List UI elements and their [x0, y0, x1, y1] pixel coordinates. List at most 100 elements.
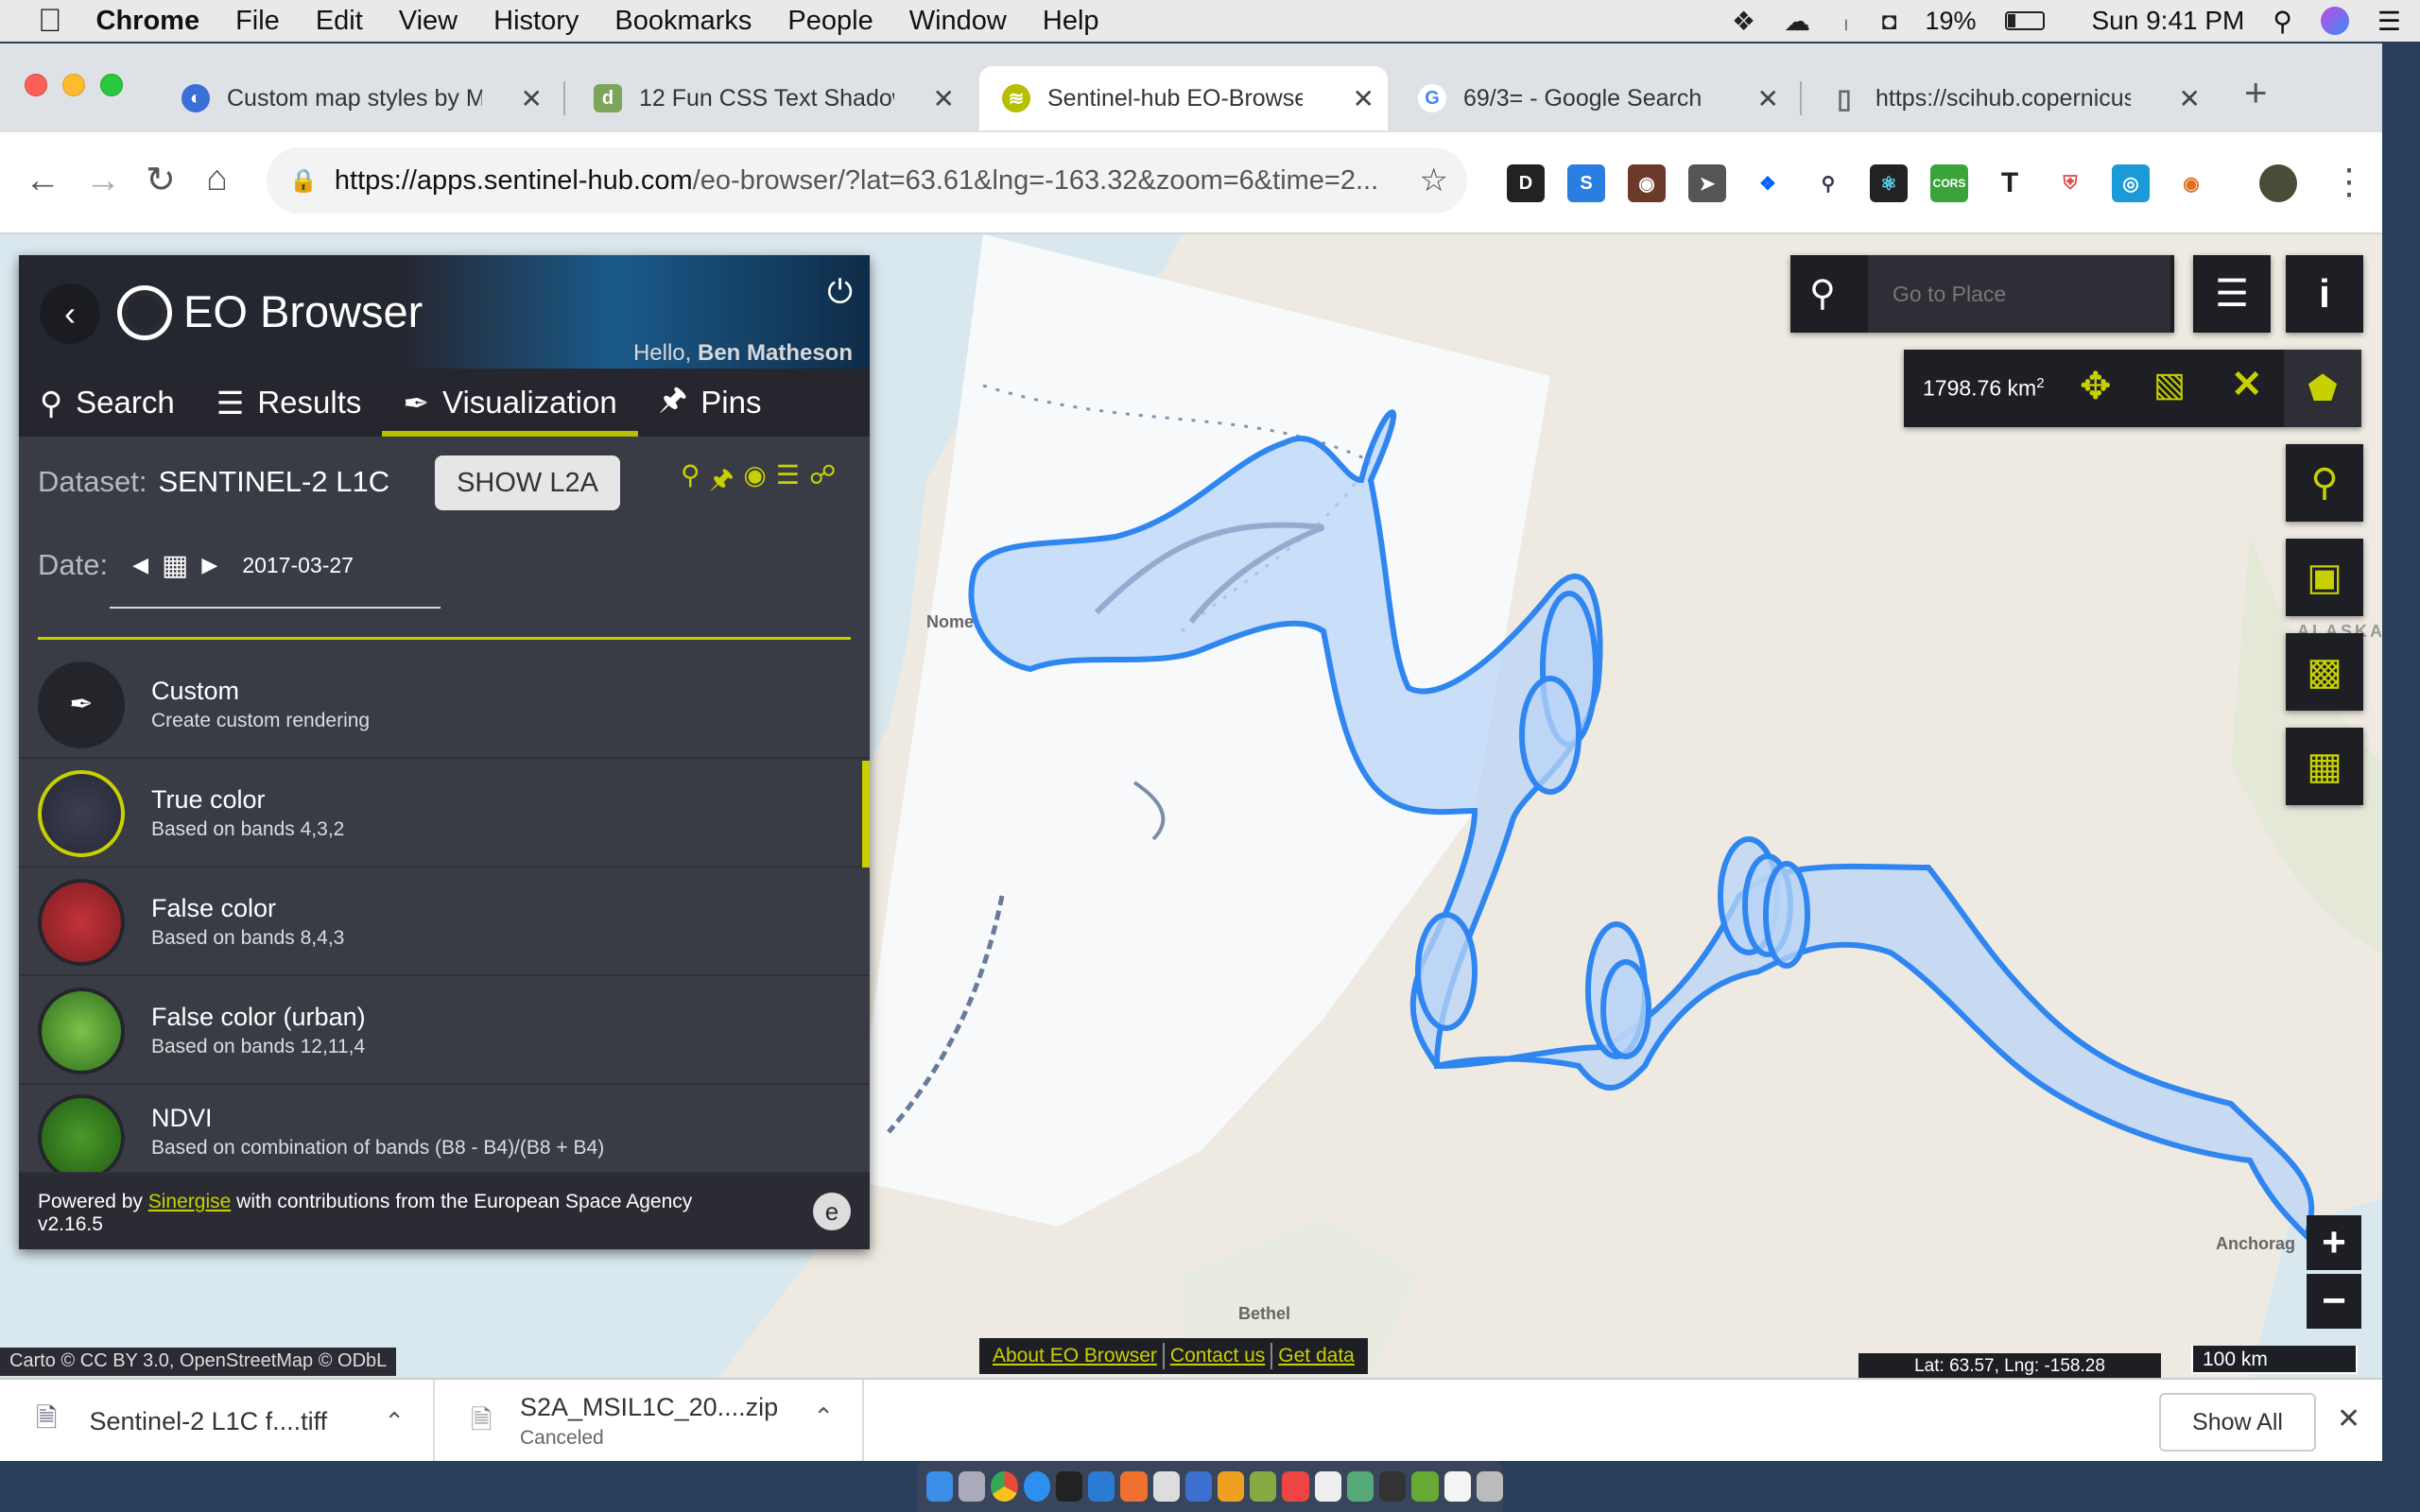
app-icon[interactable]	[1120, 1471, 1148, 1502]
draw-polygon-icon[interactable]: ⬟	[2284, 350, 2361, 427]
tab-css-shadows[interactable]: d 12 Fun CSS Text Shadows Y ✕	[571, 66, 968, 130]
prev-date-icon[interactable]: ◀	[132, 553, 148, 577]
visibility-icon[interactable]: ◉	[743, 459, 766, 505]
finder-icon[interactable]	[926, 1471, 954, 1502]
profile-avatar[interactable]	[2259, 164, 2297, 202]
home-icon[interactable]: ⌂	[206, 159, 228, 199]
minimize-window-button[interactable]	[62, 74, 85, 96]
tab-eo-browser[interactable]: ≋ Sentinel-hub EO-Browser ✕	[979, 66, 1388, 130]
menu-edit[interactable]: Edit	[316, 6, 363, 37]
app-icon[interactable]	[1282, 1471, 1309, 1502]
date-value[interactable]: 2017-03-27	[242, 553, 354, 578]
extension-rocket-icon[interactable]: ➤	[1688, 164, 1726, 202]
chrome-icon[interactable]	[991, 1471, 1018, 1502]
tab-pins[interactable]: 🖈 Pins	[638, 369, 783, 437]
extension-s-icon[interactable]: S	[1567, 164, 1605, 202]
zoom-in-button[interactable]: +	[2307, 1215, 2361, 1270]
extension-magnifier-icon[interactable]: ⚲	[1809, 164, 1847, 202]
settings-sliders-icon[interactable]: ☰	[776, 459, 800, 505]
extension-cors-icon[interactable]: CORS	[1930, 164, 1968, 202]
app-icon[interactable]	[1184, 1471, 1212, 1502]
remove-aoi-icon[interactable]: ✕	[2231, 363, 2263, 406]
launchpad-icon[interactable]	[959, 1471, 986, 1502]
tab-close-icon[interactable]: ✕	[933, 83, 955, 114]
forward-arrow-icon[interactable]: →	[85, 161, 121, 201]
download-item[interactable]: 🗎 Sentinel-2 L1C f....tiff ⌃	[0, 1380, 435, 1461]
cloud-status-icon[interactable]: ☁	[1784, 6, 1810, 37]
vis-item-false-color[interactable]: False color Based on bands 8,4,3	[19, 869, 870, 976]
show-all-button[interactable]: Show All	[2159, 1393, 2316, 1452]
histogram-icon[interactable]: ▧	[2153, 365, 2186, 404]
vis-item-custom[interactable]: ✒ Custom Create custom rendering	[19, 652, 870, 759]
download-item[interactable]: 🗎 S2A_MSIL1C_20....zip Canceled ⌃	[437, 1380, 864, 1461]
menu-window[interactable]: Window	[909, 6, 1007, 37]
pin-location-button[interactable]: ⚲	[2286, 444, 2363, 522]
siri-icon[interactable]	[2320, 7, 2349, 35]
chrome-menu-icon[interactable]: ⋮	[2331, 161, 2367, 203]
tab-google-search[interactable]: G 69/3= - Google Search ✕	[1395, 66, 1792, 130]
app-icon[interactable]	[1346, 1471, 1374, 1502]
calendar-icon[interactable]: ▦	[162, 549, 188, 582]
tab-close-icon[interactable]: ✕	[2179, 83, 2201, 114]
spotlight-icon[interactable]: ⚲	[2273, 6, 2292, 37]
chevron-up-icon[interactable]: ⌃	[813, 1402, 834, 1432]
safari-icon[interactable]	[1023, 1471, 1050, 1502]
timelapse-film-button[interactable]: ▦	[2286, 728, 2363, 805]
collapse-panel-button[interactable]: ‹	[40, 284, 100, 344]
new-tab-button[interactable]: +	[2244, 70, 2268, 115]
share-icon[interactable]: ☍	[809, 459, 836, 505]
extension-shield-icon[interactable]: ⛨	[2051, 164, 2089, 202]
pin-add-icon[interactable]: 🖈	[710, 459, 735, 505]
map-view[interactable]: Nome Bethel Anchorag ALASKA ‹ EO Browser…	[0, 234, 2382, 1378]
app-icon[interactable]	[1379, 1471, 1407, 1502]
vis-item-true-color[interactable]: True color Based on bands 4,3,2	[19, 761, 870, 868]
menu-file[interactable]: File	[235, 6, 280, 37]
center-on-aoi-icon[interactable]: ✥	[2080, 365, 2112, 408]
sinergise-link[interactable]: Sinergise	[148, 1191, 232, 1212]
tab-results[interactable]: ☰ Results	[196, 369, 383, 437]
back-arrow-icon[interactable]: ←	[25, 161, 60, 201]
close-download-bar-icon[interactable]: ✕	[2337, 1402, 2360, 1435]
app-icon[interactable]	[1152, 1471, 1180, 1502]
app-icon[interactable]	[1314, 1471, 1341, 1502]
reload-icon[interactable]: ↻	[146, 159, 176, 201]
dropbox-status-icon[interactable]: ❖	[1732, 6, 1755, 37]
next-date-icon[interactable]: ▶	[201, 553, 217, 577]
tab-close-icon[interactable]: ✕	[1757, 83, 1779, 114]
bluetooth-icon[interactable]: ᛧ	[1839, 7, 1854, 36]
address-bar[interactable]: 🔒 https://apps.sentinel-hub.com /eo-brow…	[267, 147, 1467, 214]
extension-react-icon[interactable]: ⚛	[1870, 164, 1908, 202]
layers-button[interactable]: ☰	[2193, 255, 2271, 333]
maximize-window-button[interactable]	[100, 74, 123, 96]
app-icon[interactable]	[1217, 1471, 1245, 1502]
zoom-to-tile-icon[interactable]: ⚲	[681, 459, 700, 505]
menu-view[interactable]: View	[399, 6, 458, 37]
chevron-up-icon[interactable]: ⌃	[384, 1407, 405, 1436]
extension-dropbox-icon[interactable]: ❖	[1749, 164, 1787, 202]
battery-percent[interactable]: 19%	[1925, 7, 1976, 36]
extension-square-icon[interactable]: ◎	[2112, 164, 2150, 202]
tab-visualization[interactable]: ✒ Visualization	[382, 369, 639, 437]
wifi-icon[interactable]: ◘	[1882, 7, 1897, 36]
notification-center-icon[interactable]: ☰	[2377, 6, 2401, 37]
apple-menu-icon[interactable]: 	[38, 3, 62, 40]
tab-mapbox[interactable]: ◐ Custom map styles by Mapl ✕	[159, 66, 556, 130]
tab-search[interactable]: ⚲ Search	[19, 369, 196, 437]
menu-bookmarks[interactable]: Bookmarks	[614, 6, 752, 37]
close-window-button[interactable]	[25, 74, 47, 96]
show-l2a-button[interactable]: SHOW L2A	[435, 455, 620, 510]
tab-scihub[interactable]: ▯ https://scihub.copernicus.e ✕	[1807, 66, 2214, 130]
extension-cat-icon[interactable]: ◉	[1628, 164, 1666, 202]
document-icon[interactable]	[1443, 1471, 1471, 1502]
place-search-input[interactable]: Go to Place	[1868, 255, 2170, 333]
vis-item-ndvi[interactable]: NDVI Based on combination of bands (B8 -…	[19, 1087, 870, 1174]
terminal-icon[interactable]	[1055, 1471, 1083, 1502]
vis-item-false-color-urban[interactable]: False color (urban) Based on bands 12,11…	[19, 978, 870, 1085]
app-icon[interactable]	[1250, 1471, 1277, 1502]
measure-ruler-button[interactable]: ▣	[2286, 539, 2363, 616]
info-button[interactable]: i	[2286, 255, 2363, 333]
get-data-link[interactable]: Get data	[1272, 1345, 1360, 1367]
contact-us-link[interactable]: Contact us	[1165, 1345, 1270, 1367]
extension-toggle-icon[interactable]: ◉	[2172, 164, 2210, 202]
qgis-icon[interactable]	[1411, 1471, 1439, 1502]
